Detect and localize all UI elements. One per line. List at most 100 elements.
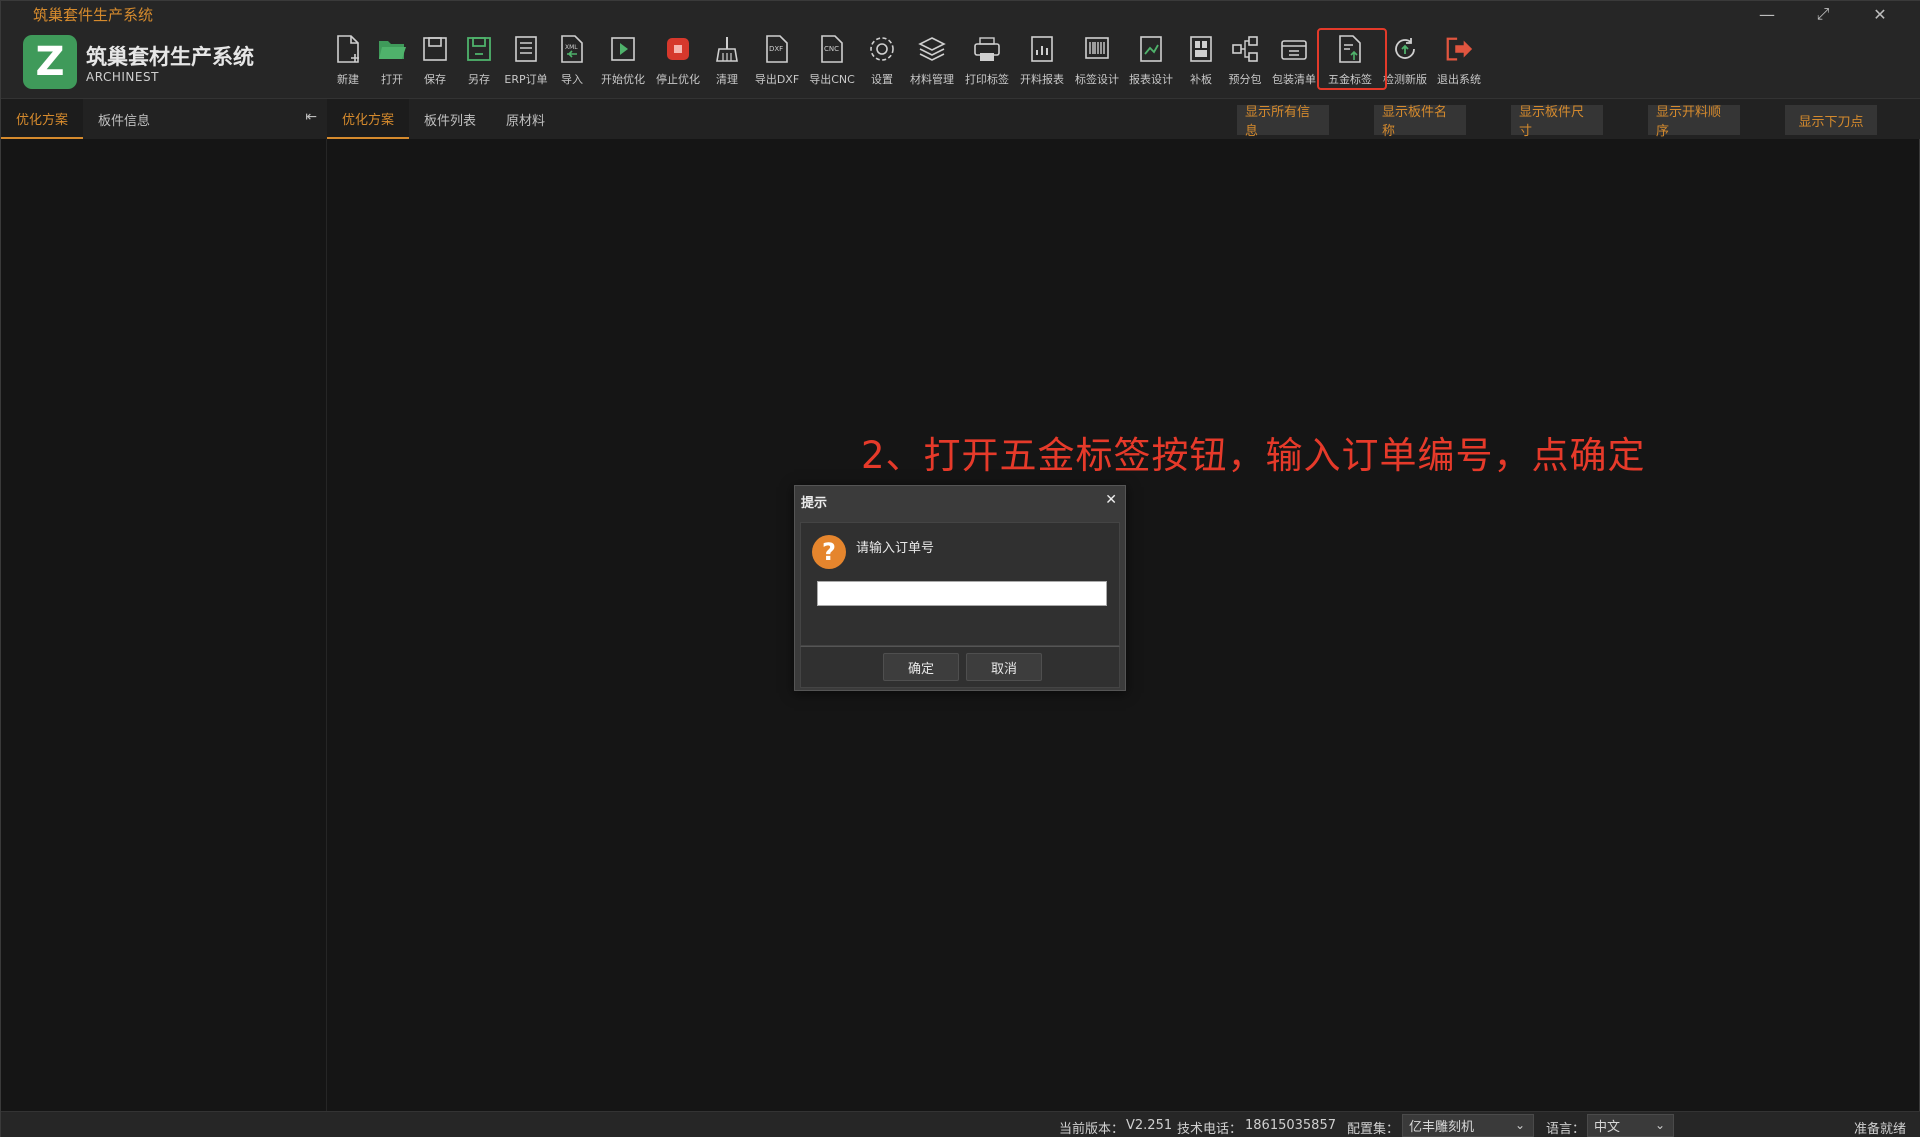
update-check-icon [1390, 33, 1420, 65]
layers-icon [917, 33, 947, 65]
toolbar-open-button[interactable]: 打开 [376, 31, 408, 93]
exit-icon [1444, 33, 1474, 65]
show-cut-start-button[interactable]: 显示下刀点 [1785, 105, 1877, 135]
toolbar-check-update-button[interactable]: 检测新版 [1382, 31, 1428, 93]
printer-icon [972, 33, 1002, 65]
toolbar-material-button[interactable]: 材料管理 [909, 31, 955, 93]
toolbar-start-optimize-button[interactable]: 开始优化 [600, 31, 646, 93]
toolbar-erp-order-button[interactable]: ERP订单 [504, 31, 548, 93]
export-cnc-icon: CNC [817, 33, 847, 65]
chevron-down-icon: ⌄ [1654, 1118, 1665, 1132]
report-design-icon [1136, 33, 1166, 65]
tab-part-list[interactable]: 板件列表 [409, 99, 491, 139]
toolbar-save-as-button[interactable]: 另存 [463, 31, 495, 93]
toolbar-label: 材料管理 [910, 73, 954, 86]
left-panel [1, 99, 327, 1111]
dialog-footer: 确定 取消 [800, 646, 1120, 688]
dialog-title: 提示 [801, 495, 828, 511]
show-part-name-button[interactable]: 显示板件名称 [1374, 105, 1466, 139]
show-all-info-button[interactable]: 显示所有信息 [1237, 105, 1329, 139]
chevron-down-icon: ⌄ [1514, 1118, 1525, 1132]
show-part-size-button[interactable]: 显示板件尺寸 [1511, 105, 1603, 139]
config-select-value: 亿丰雕刻机 [1409, 1120, 1475, 1135]
dialog-header: 提示 ✕ [795, 486, 1125, 516]
brand-name: 筑巢套材生产系统 [86, 45, 254, 69]
main-toolbar: Z 筑巢套材生产系统 ARCHINEST 新建 打开 保存 另存 ERP订单 X… [1, 27, 1920, 99]
config-select[interactable]: 亿丰雕刻机 ⌄ [1402, 1114, 1534, 1137]
toolbar-settings-button[interactable]: 设置 [867, 31, 897, 93]
toolbar-export-dxf-button[interactable]: DXF 导出DXF [754, 31, 800, 93]
toolbar-label: 包装清单 [1272, 73, 1316, 86]
cancel-button[interactable]: 取消 [966, 653, 1042, 681]
show-cutting-order-button[interactable]: 显示开料顺序 [1648, 105, 1740, 139]
toolbar-label: 开料报表 [1020, 73, 1064, 86]
dialog-body: ? 请输入订单号 [800, 522, 1120, 646]
barcode-icon [1082, 33, 1112, 65]
question-icon: ? [812, 535, 846, 569]
toolbar-label-design-button[interactable]: 标签设计 [1074, 31, 1120, 93]
folder-open-icon [377, 33, 407, 65]
toolbar-label: 退出系统 [1437, 73, 1481, 86]
order-number-input[interactable] [817, 581, 1107, 606]
order-number-dialog: 提示 ✕ ? 请输入订单号 确定 取消 [794, 485, 1126, 691]
window-title: 筑巢套件生产系统 [33, 5, 154, 24]
tab-part-info[interactable]: 板件信息 [83, 99, 165, 139]
toolbar-report-design-button[interactable]: 报表设计 [1128, 31, 1174, 93]
maximize-button[interactable]: ⤢ [1795, 1, 1851, 27]
toolbar-label: 打印标签 [965, 73, 1009, 86]
collapse-panel-icon[interactable]: ⇤ [305, 109, 317, 125]
toolbar-label: 清理 [716, 73, 738, 86]
toolbar-exit-button[interactable]: 退出系统 [1436, 31, 1482, 93]
save-icon [420, 33, 450, 65]
brand-subtitle: ARCHINEST [86, 70, 159, 84]
tab-optimize-plan[interactable]: 优化方案 [327, 99, 410, 139]
left-tab-bar: 优化方案 板件信息 ⇤ [1, 99, 327, 139]
export-dxf-icon: DXF [762, 33, 792, 65]
tab-raw-material[interactable]: 原材料 [491, 99, 560, 139]
save-as-icon [464, 33, 494, 65]
play-icon [608, 33, 638, 65]
version-value: V2.251 [1126, 1118, 1173, 1133]
title-bar: 筑巢套件生产系统 — ⤢ ✕ [1, 1, 1920, 27]
toolbar-patch-board-button[interactable]: 补板 [1186, 31, 1216, 93]
toolbar-label: 标签设计 [1075, 73, 1119, 86]
new-file-icon [333, 33, 363, 65]
tab-optimize-plan-left[interactable]: 优化方案 [1, 99, 84, 139]
patch-board-icon [1186, 33, 1216, 65]
config-label: 配置集： [1347, 1122, 1400, 1137]
language-select-value: 中文 [1594, 1120, 1621, 1135]
toolbar-export-cnc-button[interactable]: CNC 导出CNC [809, 31, 855, 93]
language-select[interactable]: 中文 ⌄ [1587, 1114, 1674, 1137]
ok-button[interactable]: 确定 [883, 653, 959, 681]
toolbar-label: 报表设计 [1129, 73, 1173, 86]
toolbar-label: 导入 [561, 73, 583, 86]
phone-label: 技术电话： [1177, 1122, 1243, 1137]
toolbar-stop-optimize-button[interactable]: 停止优化 [655, 31, 701, 93]
import-xml-icon: XML [557, 33, 587, 65]
toolbar-label: 停止优化 [656, 73, 700, 86]
dialog-prompt: 请输入订单号 [856, 541, 935, 556]
toolbar-save-button[interactable]: 保存 [419, 31, 451, 93]
toolbar-new-button[interactable]: 新建 [333, 31, 363, 93]
dialog-close-icon[interactable]: ✕ [1105, 492, 1117, 508]
broom-icon [712, 33, 742, 65]
split-package-icon [1230, 33, 1260, 65]
toolbar-label: 设置 [871, 73, 893, 86]
toolbar-label: 检测新版 [1383, 73, 1427, 86]
app-window: 筑巢套件生产系统 — ⤢ ✕ Z 筑巢套材生产系统 ARCHINEST 新建 打… [0, 0, 1920, 1137]
toolbar-pre-split-button[interactable]: 预分包 [1227, 31, 1263, 93]
toolbar-import-button[interactable]: XML 导入 [557, 31, 587, 93]
toolbar-label: 导出DXF [754, 73, 800, 86]
toolbar-label: 另存 [468, 73, 490, 86]
svg-text:CNC: CNC [824, 45, 839, 53]
stop-icon [663, 33, 693, 65]
toolbar-package-list-button[interactable]: 包装清单 [1271, 31, 1317, 93]
toolbar-cutting-report-button[interactable]: 开料报表 [1019, 31, 1065, 93]
phone-value: 18615035857 [1245, 1118, 1336, 1133]
toolbar-print-label-button[interactable]: 打印标签 [964, 31, 1010, 93]
instruction-annotation: 2、打开五金标签按钮，输入订单编号，点确定 [861, 434, 1646, 477]
toolbar-label: ERP订单 [504, 73, 548, 86]
toolbar-clean-button[interactable]: 清理 [712, 31, 742, 93]
close-window-button[interactable]: ✕ [1852, 1, 1908, 27]
minimize-button[interactable]: — [1739, 1, 1795, 27]
